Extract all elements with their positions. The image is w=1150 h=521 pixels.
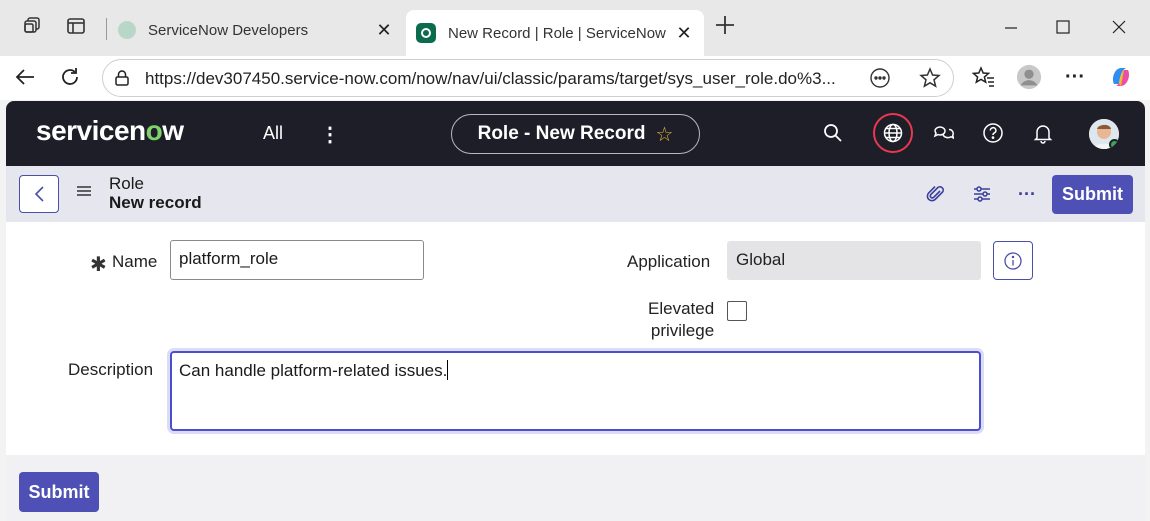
attachment-paperclip-icon[interactable] xyxy=(924,182,948,206)
close-window-icon[interactable] xyxy=(1096,12,1142,42)
application-field: Global xyxy=(727,241,981,280)
url-bar[interactable]: https://dev307450.service-now.com/now/na… xyxy=(102,59,954,97)
submit-button-top[interactable]: Submit xyxy=(1052,175,1133,214)
servicenow-header: servicenow All ⋮ Role - New Record ☆ xyxy=(6,101,1145,166)
record-state: New record xyxy=(109,193,202,212)
elevated-label-line2: privilege xyxy=(650,321,715,340)
address-toolbar: https://dev307450.service-now.com/now/na… xyxy=(0,56,1150,100)
browser-menu-icon[interactable]: ··· xyxy=(1062,64,1088,90)
role-form: ✱ Name platform_role Application Global … xyxy=(6,222,1145,455)
chevron-left-icon xyxy=(34,186,44,202)
tab-title: ServiceNow Developers xyxy=(148,21,309,39)
copilot-icon[interactable] xyxy=(1108,64,1134,90)
name-label: Name xyxy=(112,252,158,271)
application-info-button[interactable] xyxy=(993,241,1033,280)
elevated-privilege-label: Elevated privilege xyxy=(648,298,714,342)
minimize-window-icon[interactable] xyxy=(988,12,1034,42)
description-label: Description xyxy=(68,360,154,379)
servicenow-favicon xyxy=(416,23,436,43)
all-menu-button[interactable]: All xyxy=(263,123,283,144)
required-asterisk-icon: ✱ xyxy=(90,254,107,276)
form-context-menu-icon[interactable] xyxy=(76,184,92,203)
personalize-form-settings-icon[interactable] xyxy=(970,182,994,206)
star-icon[interactable]: ☆ xyxy=(655,122,673,147)
search-icon[interactable] xyxy=(820,120,846,146)
record-toolbar: Role New record ··· Submit xyxy=(6,166,1145,222)
tab-actions-icon[interactable] xyxy=(64,14,88,38)
new-tab-icon[interactable] xyxy=(714,14,736,39)
tab-separator xyxy=(106,18,107,40)
description-textarea[interactable]: Can handle platform-related issues. xyxy=(170,351,981,431)
form-footer: Submit xyxy=(6,455,1145,521)
browser-tab-strip: ServiceNow Developers ✕ New Record | Rol… xyxy=(0,0,1150,56)
elevated-privilege-checkbox[interactable] xyxy=(727,301,747,321)
refresh-icon[interactable] xyxy=(57,64,83,90)
user-avatar[interactable] xyxy=(1089,119,1119,149)
tab-servicenow-developers[interactable]: ServiceNow Developers ✕ xyxy=(108,10,404,50)
maximize-window-icon[interactable] xyxy=(1040,12,1086,42)
url-text[interactable]: https://dev307450.service-now.com/now/na… xyxy=(145,69,875,89)
record-heading: Role New record xyxy=(109,174,202,212)
submit-button-bottom[interactable]: Submit xyxy=(19,472,99,512)
more-page-options-icon[interactable] xyxy=(869,67,891,94)
more-menu-icon[interactable]: ⋮ xyxy=(320,122,340,147)
name-field[interactable]: platform_role xyxy=(170,240,424,280)
help-icon[interactable] xyxy=(980,120,1006,146)
online-status-dot xyxy=(1109,139,1119,149)
elevated-label-line1: Elevated xyxy=(648,299,715,318)
info-icon xyxy=(1004,251,1022,270)
tab-new-record-role[interactable]: New Record | Role | ServiceNow ✕ xyxy=(406,10,704,56)
profile-icon[interactable] xyxy=(1016,64,1042,90)
logo-accent-letter: o xyxy=(145,115,163,146)
back-arrow-icon[interactable] xyxy=(12,64,38,90)
text-caret xyxy=(447,360,449,380)
description-text: Can handle platform-related issues. xyxy=(179,361,448,380)
close-tab-icon[interactable]: ✕ xyxy=(374,20,394,41)
back-button[interactable] xyxy=(19,175,59,213)
lock-icon[interactable] xyxy=(113,69,131,92)
application-label: Application xyxy=(627,252,711,271)
tab-title: New Record | Role | ServiceNow xyxy=(448,24,666,42)
more-actions-icon[interactable]: ··· xyxy=(1015,182,1039,206)
table-name: Role xyxy=(109,174,144,193)
favorite-star-icon[interactable] xyxy=(919,67,941,94)
notifications-bell-icon[interactable] xyxy=(1030,120,1056,146)
servicenow-app: servicenow All ⋮ Role - New Record ☆ Rol… xyxy=(6,101,1145,521)
chat-icon[interactable] xyxy=(930,120,956,146)
servicenow-developers-favicon xyxy=(118,21,136,39)
close-tab-icon[interactable]: ✕ xyxy=(674,23,694,44)
globe-icon[interactable] xyxy=(880,120,906,146)
servicenow-logo[interactable]: servicenow xyxy=(36,115,184,147)
context-title: Role - New Record xyxy=(477,123,646,144)
favorites-icon[interactable] xyxy=(971,64,997,90)
context-title-pill[interactable]: Role - New Record ☆ xyxy=(451,114,700,154)
workspaces-icon[interactable] xyxy=(20,14,44,38)
